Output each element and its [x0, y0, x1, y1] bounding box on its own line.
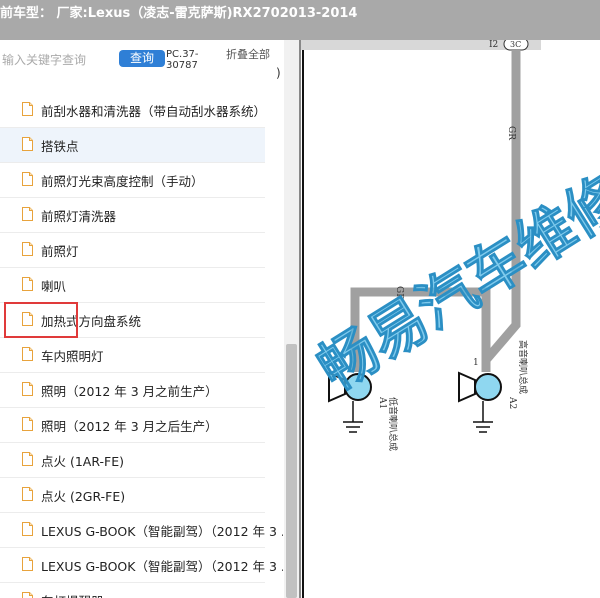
document-icon [22, 452, 33, 466]
list-item-label: LEXUS G-BOOK（智能副驾）（2012 年 3 ... [41, 559, 283, 574]
document-icon [22, 417, 33, 431]
search-input[interactable] [0, 50, 114, 70]
document-list: 前刮水器和清洗器（带自动刮水器系统） 搭铁点前照灯光束高度控制（手动） 前照灯清洗器… [0, 93, 283, 598]
horn-left [328, 371, 372, 433]
list-item-label: 前照灯光束高度控制（手动） [41, 174, 204, 189]
scroll-thumb[interactable] [286, 344, 297, 598]
left-panel: 查询 PC.37-30787 折叠全部 ) 前刮水器和清洗器（带自动刮水器系统）… [0, 40, 283, 598]
document-icon [22, 102, 33, 116]
document-icon [22, 487, 33, 501]
list-item-label: 照明（2012 年 3 月之前生产） [41, 384, 218, 399]
document-icon [22, 522, 33, 536]
search-bar: 查询 PC.37-30787 折叠全部 ) [0, 40, 283, 90]
document-icon [22, 277, 33, 291]
document-icon [22, 172, 33, 186]
window-title: 前车型： 厂家:Lexus（凌志-雷克萨斯)RX2702013-2014 [0, 6, 358, 21]
list-item-label: 前刮水器和清洗器（带自动刮水器系统） [41, 104, 267, 119]
list-item-label: 车内照明灯 [41, 349, 104, 364]
list-item-label: 照明（2012 年 3 月之后生产） [41, 419, 218, 434]
list-item-label: 点火 (1AR-FE) [41, 454, 125, 469]
title-bar: 前车型： 厂家:Lexus（凌志-雷克萨斯)RX2702013-2014 [0, 0, 600, 40]
list-item-label: 前照灯清洗器 [41, 209, 117, 224]
horn-right-name: 高音喇叭总成 [517, 340, 529, 394]
search-button[interactable]: 查询 [119, 50, 165, 67]
list-item[interactable]: 搭铁点 [0, 128, 265, 163]
list-item[interactable]: 前照灯清洗器 [0, 198, 265, 233]
document-icon [22, 557, 33, 571]
document-icon [22, 242, 33, 256]
horn-right-code: A2 [507, 396, 517, 409]
trailing-paren: ) [276, 66, 281, 80]
scrollbar[interactable] [284, 40, 299, 598]
wire-label-top: GR [506, 126, 516, 140]
list-item[interactable]: 点火 (2GR-FE) [0, 478, 265, 513]
list-item[interactable]: 前照灯光束高度控制（手动） [0, 163, 265, 198]
highlight-box [4, 302, 78, 338]
list-item[interactable]: 前照灯 [0, 233, 265, 268]
document-icon [22, 592, 33, 598]
list-item[interactable]: LEXUS G-BOOK（智能副驾）（2012 年 3 ... [0, 548, 283, 583]
list-item[interactable]: 前刮水器和清洗器（带自动刮水器系统） [0, 93, 267, 128]
connector-pin: 3C [510, 40, 521, 49]
document-icon [22, 382, 33, 396]
horn-left-code: A1 [377, 396, 387, 409]
list-item-label: 前照灯 [41, 244, 79, 259]
diagram-svg: I2 3C GR GR 1 A1 低音喇叭总成 A2 高音喇叭总成 [301, 40, 541, 598]
model-code: PC.37-30787 [166, 49, 199, 71]
collapse-all-button[interactable]: 折叠全部 [226, 49, 270, 61]
horn-left-name: 低音喇叭总成 [387, 397, 399, 451]
horn-right [458, 371, 502, 433]
list-item[interactable]: 照明（2012 年 3 月之前生产） [0, 373, 265, 408]
wiring-diagram: I2 3C GR GR 1 A1 低音喇叭总成 A2 高音喇叭总成 [301, 40, 600, 598]
document-icon [22, 137, 33, 151]
list-item-label: 搭铁点 [41, 139, 79, 154]
pin-right: 1 [473, 358, 479, 368]
list-item[interactable]: 车灯提醒器 [0, 583, 265, 598]
document-icon [22, 207, 33, 221]
document-icon [22, 347, 33, 361]
list-item-label: 喇叭 [41, 279, 67, 294]
wire-branch [350, 287, 491, 372]
list-item[interactable]: 喇叭 [0, 268, 265, 303]
list-item-label: 点火 (2GR-FE) [41, 489, 126, 504]
list-item-label: LEXUS G-BOOK（智能副驾）（2012 年 3 ... [41, 524, 283, 539]
connector-label: I2 [489, 40, 498, 50]
list-item[interactable]: LEXUS G-BOOK（智能副驾）（2012 年 3 ... [0, 513, 283, 548]
list-item-label: 车灯提醒器 [41, 591, 104, 598]
wire-label-branch: GR [394, 286, 404, 300]
list-item[interactable]: 车内照明灯 [0, 338, 265, 373]
list-item[interactable]: 点火 (1AR-FE) [0, 443, 265, 478]
list-item[interactable]: 照明（2012 年 3 月之后生产） [0, 408, 265, 443]
